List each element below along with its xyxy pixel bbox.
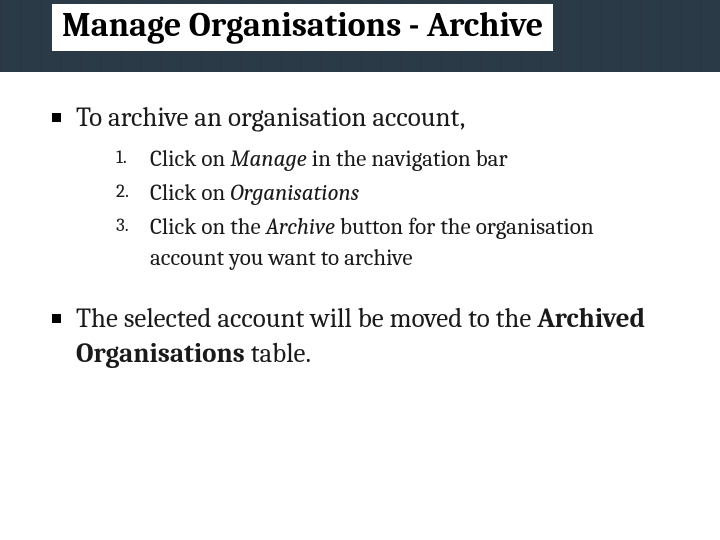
step-item: Click on the Archive button for the orga… (116, 211, 672, 273)
slide-content: To archive an organisation account, Clic… (0, 72, 720, 371)
step-text-pre: Click on (150, 145, 230, 172)
steps-list: Click on Manage in the navigation bar Cl… (116, 143, 672, 273)
step-text-post: in the navigation bar (307, 145, 508, 172)
step-text-em: Organisations (230, 179, 359, 206)
outro-pre: The selected account will be moved to th… (76, 303, 537, 334)
step-item: Click on Manage in the navigation bar (116, 143, 672, 174)
bullet-outro: The selected account will be moved to th… (48, 301, 672, 371)
bullet-intro: To archive an organisation account, Clic… (48, 100, 672, 273)
step-text-em: Manage (230, 145, 306, 172)
outro-post: table. (245, 338, 311, 369)
step-item: Click on Organisations (116, 177, 672, 208)
step-text-pre: Click on (150, 179, 230, 206)
bullet-intro-text: To archive an organisation account, (76, 102, 465, 133)
header-bar: Manage Organisations - Archive (0, 0, 720, 72)
page-title: Manage Organisations - Archive (52, 4, 553, 51)
step-text-pre: Click on the (150, 213, 266, 240)
step-text-em: Archive (266, 213, 335, 240)
